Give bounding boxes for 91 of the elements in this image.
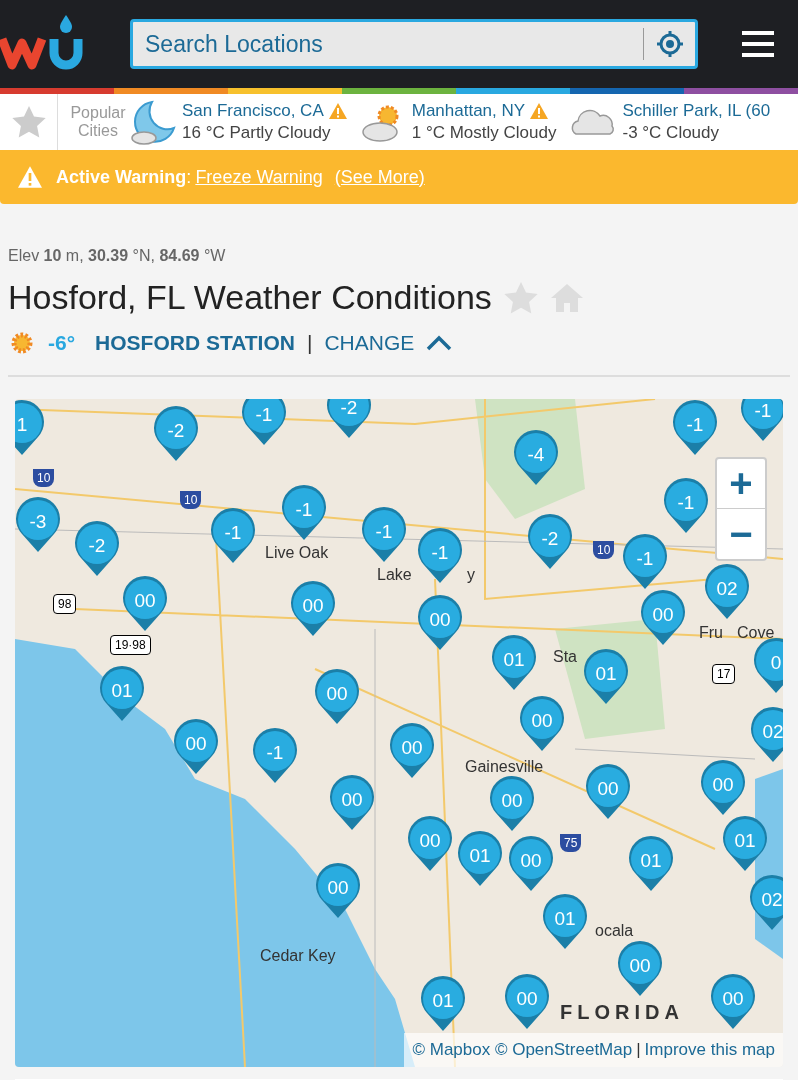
- map-pin[interactable]: 00: [388, 721, 436, 778]
- map-pin[interactable]: -1: [416, 526, 464, 583]
- map-pin[interactable]: 02: [749, 705, 783, 762]
- map-pin[interactable]: 00: [328, 773, 376, 830]
- map-pin[interactable]: -1: [671, 398, 719, 455]
- road-shield: 10: [33, 468, 55, 487]
- place-label: FLORIDA: [560, 999, 684, 1025]
- city-link[interactable]: Schiller Park, IL (60: [622, 100, 771, 122]
- zoom-in-button[interactable]: +: [717, 458, 765, 509]
- map-pin[interactable]: 00: [503, 972, 551, 1029]
- warning-icon: [529, 102, 550, 120]
- map-pin[interactable]: -2: [526, 512, 574, 569]
- road-shield: 98: [53, 593, 77, 614]
- menu-icon[interactable]: [742, 31, 774, 57]
- warning-icon: [327, 102, 348, 120]
- map-pin[interactable]: -1: [240, 398, 288, 445]
- map-pin[interactable]: -1: [209, 506, 257, 563]
- road-shield: 75: [560, 833, 582, 852]
- warning-icon: [16, 165, 44, 189]
- map-pin[interactable]: -1: [360, 505, 408, 562]
- map-pin[interactable]: 02: [703, 562, 751, 619]
- place-label: ocala: [595, 920, 634, 941]
- map-pin[interactable]: 00: [709, 972, 757, 1029]
- map[interactable]: [15, 398, 783, 1067]
- road-shield: 10: [180, 490, 202, 509]
- map-pin[interactable]: 01: [721, 814, 769, 871]
- map-pin[interactable]: 01: [419, 974, 467, 1031]
- map-pin[interactable]: -2: [325, 398, 373, 438]
- map-pin[interactable]: 00: [639, 588, 687, 645]
- attribution-text: © Mapbox © OpenStreetMap: [412, 1039, 633, 1061]
- map-pin[interactable]: -1: [251, 726, 299, 783]
- map-pin[interactable]: 00: [314, 861, 362, 918]
- map-pin[interactable]: 02: [748, 873, 783, 930]
- map-pin[interactable]: 01: [627, 834, 675, 891]
- temperature: -6°: [48, 330, 76, 356]
- map-pin[interactable]: 01: [541, 892, 589, 949]
- map-pin[interactable]: -2: [73, 519, 121, 576]
- map-pin[interactable]: 00: [518, 694, 566, 751]
- map-pin[interactable]: 00: [507, 834, 555, 891]
- map-pin[interactable]: -1: [280, 483, 328, 540]
- map-pin[interactable]: -1: [621, 532, 669, 589]
- place-label: Cedar Key: [260, 945, 336, 966]
- city-link[interactable]: San Francisco, CA: [182, 100, 324, 122]
- search-field[interactable]: Search Locations: [130, 19, 698, 69]
- map-pin[interactable]: 00: [488, 774, 536, 831]
- freeze-warning-link[interactable]: Freeze Warning: [195, 163, 323, 191]
- city-conditions: -3 °C Cloudy: [622, 122, 721, 144]
- improve-map-link[interactable]: Improve this map: [644, 1037, 775, 1063]
- map-pin[interactable]: -1: [662, 476, 710, 533]
- station-name: HOSFORD STATION: [95, 330, 295, 356]
- map-pin[interactable]: -4: [512, 428, 560, 485]
- map-pin[interactable]: 00: [699, 758, 747, 815]
- page-title: Hosford, FL Weather Conditions: [8, 277, 492, 318]
- star-icon[interactable]: [11, 106, 46, 138]
- zoom-out-button[interactable]: −: [717, 508, 765, 559]
- caret-icon: [426, 334, 453, 351]
- warning-label: Active Warning:: [56, 165, 192, 189]
- see-more-link[interactable]: (See More): [334, 163, 425, 191]
- map-pin[interactable]: -1: [739, 398, 783, 441]
- city-conditions: 16 °C Partly Cloudy: [182, 122, 332, 144]
- map-pin[interactable]: 01: [582, 647, 630, 704]
- separator: |: [306, 330, 313, 356]
- road-shield: 19·98: [110, 634, 151, 655]
- moon-cloud-icon: [130, 98, 178, 146]
- city-link[interactable]: Manhattan, NY: [411, 100, 526, 122]
- map-pin[interactable]: 1: [15, 398, 46, 455]
- road-shield: 17: [712, 663, 736, 684]
- map-pin[interactable]: 00: [416, 593, 464, 650]
- place-label: Lake: [377, 564, 412, 585]
- place-label: y: [467, 564, 475, 585]
- map-pin[interactable]: -3: [15, 495, 62, 552]
- locate-icon[interactable]: [656, 30, 684, 58]
- coordinates-text: Elev 10 m, 30.39 °N, 84.69 °W: [8, 246, 227, 266]
- map-pin[interactable]: 00: [313, 667, 361, 724]
- place-label: Live Oak: [265, 542, 329, 563]
- change-button[interactable]: CHANGE: [324, 327, 453, 359]
- map-pin[interactable]: 01: [456, 829, 504, 886]
- city-conditions: 1 °C Mostly Cloudy: [411, 122, 557, 144]
- separator: |: [636, 1039, 641, 1061]
- place-label: Sta: [553, 646, 577, 667]
- map-pin[interactable]: 00: [289, 579, 337, 636]
- map-pin[interactable]: -2: [152, 404, 200, 461]
- map-pin[interactable]: 00: [584, 762, 632, 819]
- popular-cities-label: Popular Cities: [69, 104, 127, 140]
- map-pin[interactable]: 01: [490, 633, 538, 690]
- road-shield: 10: [593, 540, 615, 559]
- map-pin[interactable]: 01: [98, 664, 146, 721]
- map-pin[interactable]: 00: [172, 717, 220, 774]
- map-pin[interactable]: 00: [121, 574, 169, 631]
- map-pin[interactable]: 00: [616, 939, 664, 996]
- map-pin[interactable]: 00: [406, 814, 454, 871]
